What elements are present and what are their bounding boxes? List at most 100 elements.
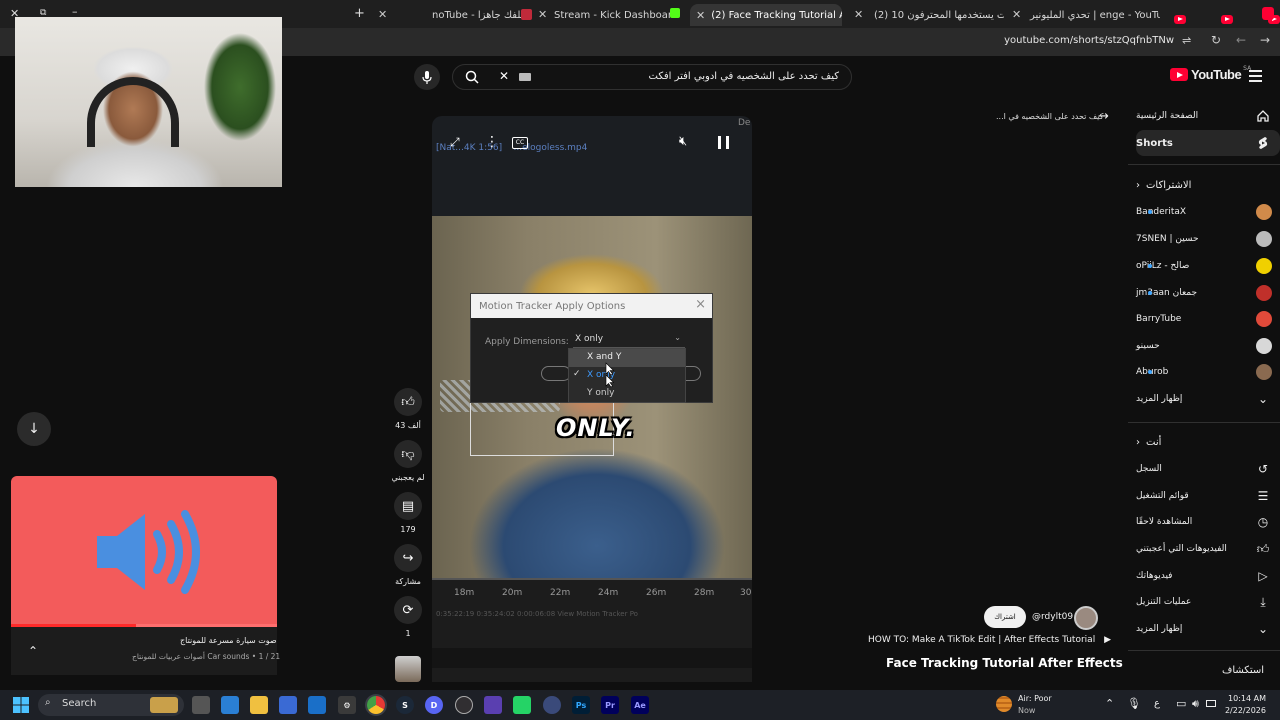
tab-close-icon[interactable]: ✕ <box>378 8 387 21</box>
pause-icon[interactable] <box>718 136 729 149</box>
playlists-icon: ☰ <box>1257 489 1269 503</box>
back-icon[interactable]: → <box>1260 33 1270 47</box>
more-options-icon[interactable]: ⋮ <box>485 134 499 150</box>
photoshop-icon[interactable]: Ps <box>572 696 590 714</box>
sidebar-item-watch-later[interactable]: المشاهدة لاحقًا ◷ <box>1136 509 1280 535</box>
settings-gear-icon[interactable]: ⚙ <box>338 696 356 714</box>
guide-menu-icon[interactable] <box>1249 70 1262 82</box>
game-icon[interactable] <box>484 696 502 714</box>
dislike-button[interactable]: 👎︎ <box>394 440 422 468</box>
widgets-icon[interactable] <box>221 696 239 714</box>
sidebar-item-your-videos[interactable]: فيديوهاتك ▷ <box>1136 563 1280 589</box>
chevron-up-icon[interactable]: ⌃ <box>28 644 38 658</box>
you-header[interactable]: أنت ‹ <box>1136 429 1280 455</box>
sidebar-item-label: BanderitaX <box>1136 207 1187 217</box>
task-view-icon[interactable] <box>192 696 210 714</box>
sidebar-item-subscription[interactable]: حسين | 7SNEN <box>1136 226 1280 252</box>
search-input[interactable]: ✕ كيف تحدد على الشخصيه في ادوبي افتر افك… <box>452 64 852 90</box>
dropdown-option-x-and-y[interactable]: X and Y <box>569 349 685 367</box>
voice-search-button[interactable] <box>414 64 440 90</box>
tab-face-tracking[interactable]: ✕ (2) Face Tracking Tutorial After E <box>690 4 842 26</box>
sidebar-item-subscription[interactable]: Aburob <box>1136 359 1280 385</box>
clock-time[interactable]: 10:14 AM <box>1218 694 1266 703</box>
short-music-link[interactable]: HOW TO: Make A TikTok Edit | After Effec… <box>868 635 1111 645</box>
sound-thumbnail[interactable] <box>395 656 421 682</box>
sidebar-show-more[interactable]: إظهار المزيد ⌄ <box>1136 616 1280 642</box>
store-icon[interactable] <box>279 696 297 714</box>
sidebar-show-more[interactable]: إظهار المزيد ⌄ <box>1136 386 1280 412</box>
mute-icon[interactable]: 🔇︎ <box>679 134 687 149</box>
tab-millionaire[interactable]: تحدي المليونير | enge - YouTube <box>1024 4 1160 26</box>
battery-icon[interactable] <box>1206 700 1216 707</box>
clear-search-icon[interactable]: ✕ <box>499 69 509 83</box>
clock-date[interactable]: 2/22/2026 <box>1218 706 1266 715</box>
url-field[interactable]: youtube.com/shorts/stzQqfnbTNw <box>1004 35 1174 46</box>
youtube-pinned-tab-icon[interactable] <box>1262 7 1274 20</box>
sidebar-item-liked-videos[interactable]: الفيديوهات التي أعجبتني 👍︎ <box>1136 536 1280 562</box>
tab-close-icon[interactable]: ✕ <box>696 9 705 22</box>
sidebar-item-downloads[interactable]: عمليات التنزيل ⤓ <box>1136 589 1280 615</box>
youtube-pinned-tab-icon[interactable] <box>1221 15 1234 24</box>
new-tab-button[interactable]: + <box>354 6 365 21</box>
premiere-icon[interactable]: Pr <box>601 696 619 714</box>
fullscreen-icon[interactable]: ⤢ <box>450 135 460 150</box>
subscriptions-header[interactable]: الاشتراكات ‹ <box>1136 172 1280 198</box>
sidebar-item-shorts[interactable]: Shorts <box>1136 130 1280 156</box>
tab-close-icon[interactable]: ✕ <box>854 8 863 21</box>
sidebar-item-history[interactable]: السجل ↺ <box>1136 456 1280 482</box>
dropdown-option-x-only[interactable]: ✓ X only <box>569 367 685 385</box>
apply-dimensions-select[interactable]: X only ⌄ <box>573 332 685 348</box>
dialog-ok-button[interactable] <box>541 366 571 381</box>
avatar <box>1256 231 1272 247</box>
youtube-pinned-tab-icon[interactable] <box>1174 15 1186 24</box>
network-icon[interactable]: ▭ <box>1176 697 1186 710</box>
sidebar-item-subscription[interactable]: صالح - oPiiLz <box>1136 253 1280 279</box>
windows-start-icon[interactable] <box>13 697 29 713</box>
scroll-down-button[interactable]: ↓ <box>17 412 51 446</box>
comments-button[interactable]: ▤ <box>394 492 422 520</box>
app-icon[interactable] <box>543 696 561 714</box>
tab-10-skills[interactable]: (2) 10 مهارات يستخدمها المحترفون <box>868 4 1004 26</box>
like-button[interactable]: 👍︎ <box>394 388 422 416</box>
microphone-tray-icon[interactable]: 🎙︎ <box>1127 697 1141 710</box>
sidebar-item-subscription[interactable]: BanderitaX <box>1136 199 1280 225</box>
tab-notube[interactable]: noTube - ملفك جاهزا <box>426 4 536 26</box>
volume-icon[interactable]: 🔊︎ <box>1192 697 1199 711</box>
sidebar-item-subscription[interactable]: حسينو <box>1136 333 1280 359</box>
dropdown-option-y-only[interactable]: Y only <box>569 385 685 403</box>
after-effects-icon[interactable]: Ae <box>631 696 649 714</box>
tray-overflow-icon[interactable]: ⌃ <box>1105 697 1114 710</box>
keyboard-language[interactable]: ع <box>1154 698 1160 709</box>
site-settings-icon[interactable]: ⇌ <box>1182 34 1191 47</box>
captions-icon[interactable]: CC <box>512 137 528 149</box>
channel-avatar[interactable] <box>1074 606 1098 630</box>
tab-close-icon[interactable]: ✕ <box>1012 8 1021 21</box>
tab-kick-dashboard[interactable]: Stream - Kick Dashboard <box>548 4 678 26</box>
sidebar-item-subscription[interactable]: جمعان jm3aan <box>1136 280 1280 306</box>
file-explorer-icon[interactable] <box>250 696 268 714</box>
keyboard-icon[interactable] <box>519 73 531 81</box>
speaker-icon <box>97 510 200 594</box>
channel-handle[interactable]: @rdylt09 <box>1032 612 1073 622</box>
sidebar-item-home[interactable]: الصفحة الرئيسية <box>1136 103 1280 129</box>
discord-icon[interactable]: D <box>425 696 443 714</box>
sidebar-item-playlists[interactable]: قوائم التشغيل ☰ <box>1136 483 1280 509</box>
remix-button[interactable]: ⟳ <box>394 596 422 624</box>
audio-info-panel <box>11 627 277 675</box>
chrome-icon[interactable] <box>367 696 385 714</box>
tab-close-icon[interactable]: ✕ <box>538 8 547 21</box>
youtube-logo[interactable]: YouTube SA <box>1170 65 1251 82</box>
mail-icon[interactable] <box>308 696 326 714</box>
search-icon[interactable] <box>465 70 479 84</box>
dialog-close-button[interactable]: × <box>695 297 706 312</box>
whatsapp-icon[interactable] <box>513 696 531 714</box>
steam-icon[interactable]: S <box>396 696 414 714</box>
obs-icon[interactable] <box>455 696 473 714</box>
subscribe-button[interactable]: اشتراك <box>984 606 1026 628</box>
taskbar-search[interactable]: ⌕ Search <box>38 694 184 716</box>
sidebar-item-subscription[interactable]: BarryTube <box>1136 306 1280 332</box>
forward-icon[interactable]: ← <box>1236 33 1246 47</box>
new-content-dot <box>1148 291 1152 295</box>
reload-icon[interactable]: ↻ <box>1211 33 1221 47</box>
share-button[interactable]: ↪ <box>394 544 422 572</box>
